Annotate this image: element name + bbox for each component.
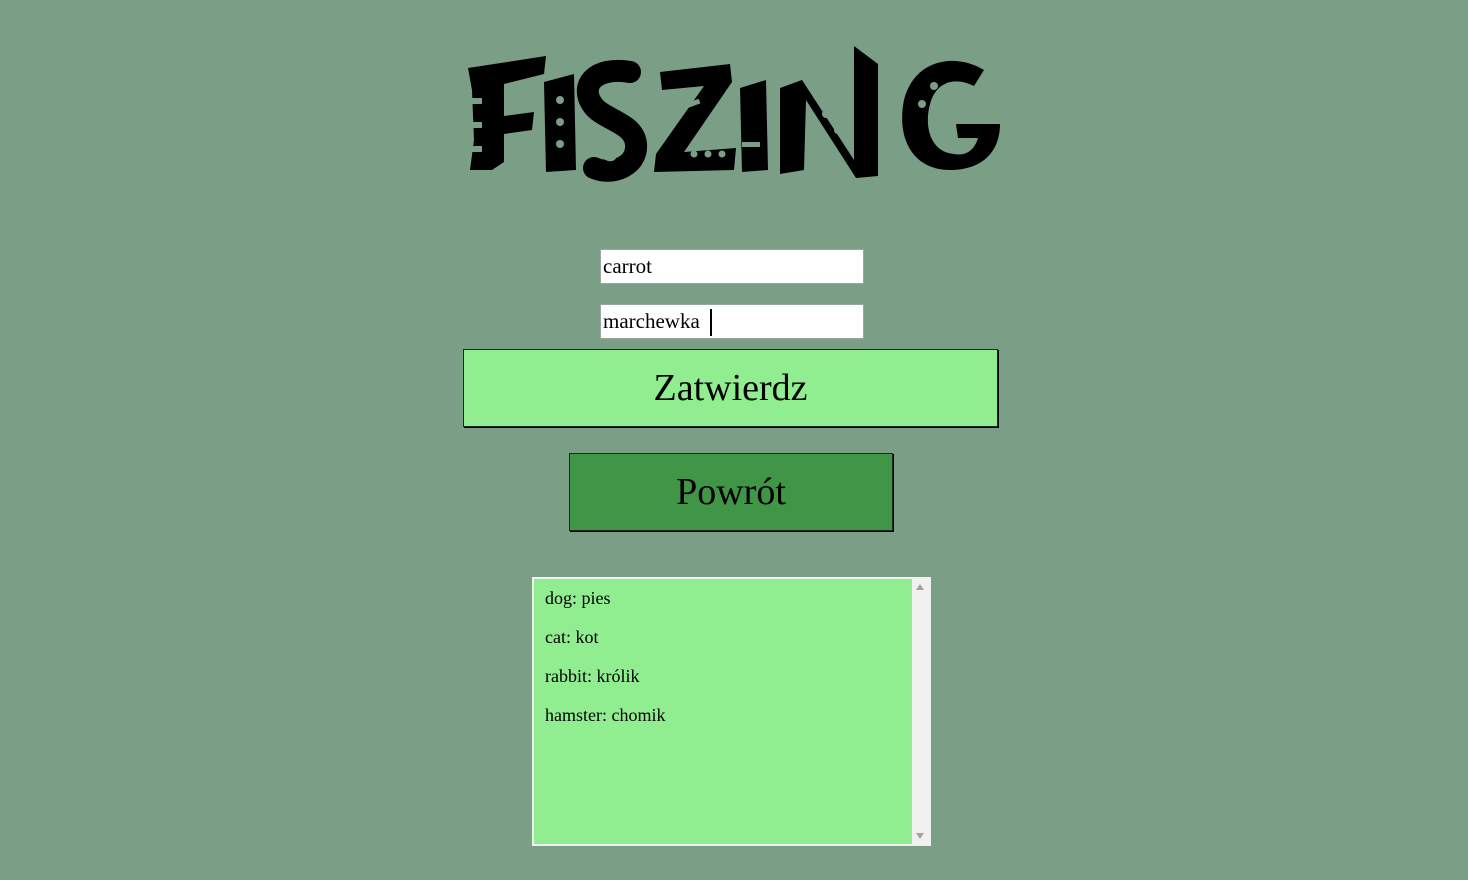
list-scrollbar[interactable] bbox=[912, 579, 929, 844]
back-button[interactable]: Powrót bbox=[569, 453, 893, 531]
word-list-items: dog: pies cat: kot rabbit: królik hamste… bbox=[534, 579, 911, 844]
text-caret bbox=[710, 309, 712, 336]
back-button-label: Powrót bbox=[676, 471, 786, 513]
confirm-button[interactable]: Zatwierdz bbox=[463, 349, 998, 427]
polish-word-input[interactable] bbox=[600, 304, 864, 339]
scroll-up-arrow-icon[interactable] bbox=[916, 584, 924, 590]
confirm-button-label: Zatwierdz bbox=[653, 367, 808, 409]
list-item[interactable]: dog: pies bbox=[545, 587, 911, 609]
list-item[interactable]: rabbit: królik bbox=[545, 665, 911, 687]
word-list[interactable]: dog: pies cat: kot rabbit: królik hamste… bbox=[532, 577, 931, 846]
list-item[interactable]: hamster: chomik bbox=[545, 704, 911, 726]
list-item[interactable]: cat: kot bbox=[545, 626, 911, 648]
app-logo bbox=[468, 46, 1000, 182]
english-word-input[interactable] bbox=[600, 249, 864, 284]
scroll-down-arrow-icon[interactable] bbox=[916, 833, 924, 839]
